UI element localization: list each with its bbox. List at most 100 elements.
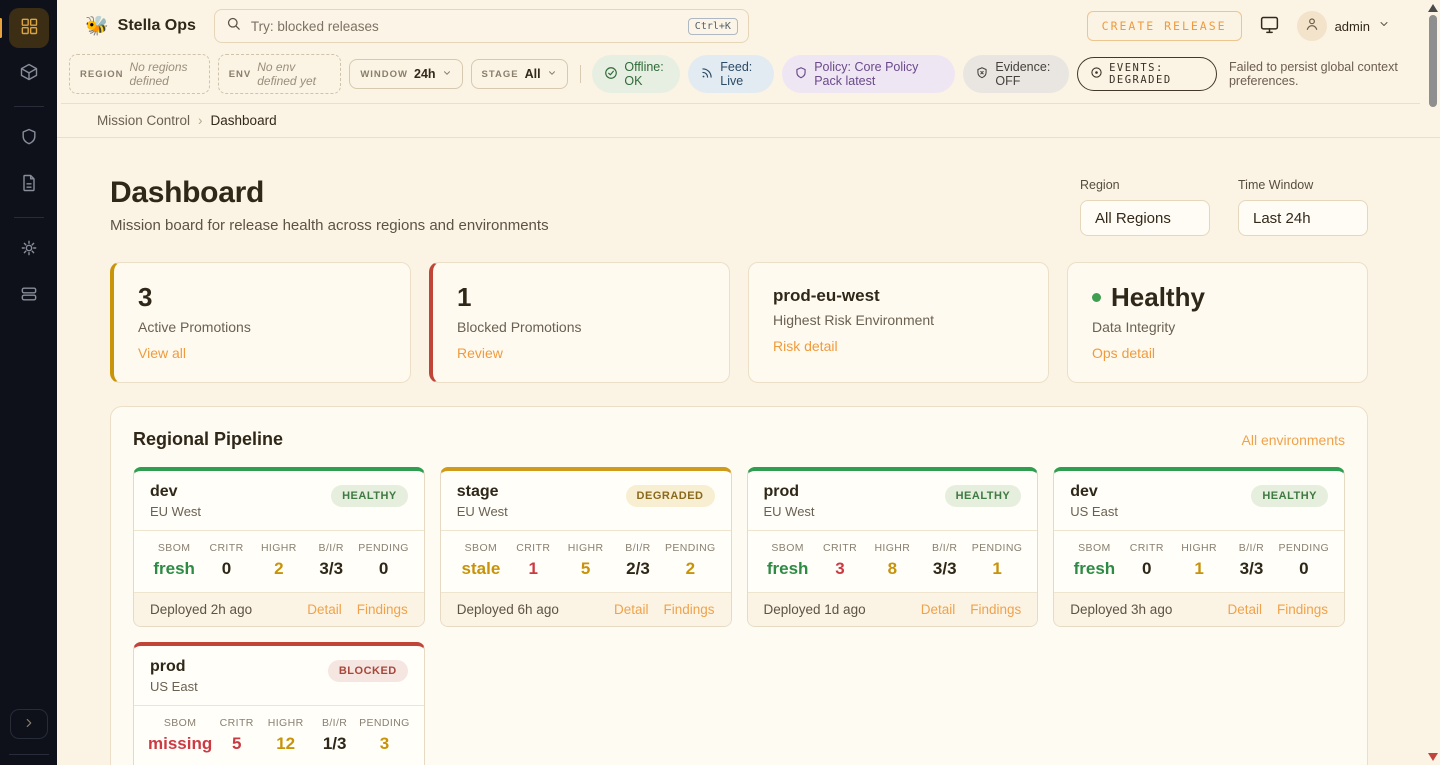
stat-label: Blocked Promotions — [457, 319, 705, 335]
scrollbar-thumb[interactable] — [1429, 15, 1437, 107]
stat-card-link[interactable]: Ops detail — [1092, 345, 1155, 361]
env-block: stage EU West — [457, 483, 508, 519]
time-window-select-value: Last 24h — [1253, 210, 1311, 227]
create-release-button[interactable]: CREATE RELEASE — [1087, 11, 1242, 41]
env-block: prod US East — [150, 658, 198, 694]
deployed-text: Deployed 6h ago — [457, 602, 559, 617]
scroll-down-arrow[interactable] — [1428, 753, 1438, 761]
page-header: Dashboard Mission board for release heal… — [110, 176, 1368, 236]
sidebar-item-settings[interactable] — [9, 230, 49, 270]
stage-filter-pill[interactable]: STAGE All — [471, 59, 568, 89]
metric-value: 12 — [261, 734, 310, 754]
stat-card-link[interactable]: View all — [138, 345, 186, 361]
region-select[interactable]: All Regions — [1080, 200, 1210, 236]
package-icon — [19, 62, 39, 87]
time-window-select[interactable]: Last 24h — [1238, 200, 1368, 236]
sidebar-divider — [9, 754, 49, 755]
metric: CRITR3 — [814, 542, 866, 579]
metric-value: 0 — [1278, 559, 1330, 579]
metric-value: 2/3 — [612, 559, 664, 579]
metric-label: HIGHR — [261, 717, 310, 729]
metric-value: 2 — [253, 559, 305, 579]
vertical-scrollbar[interactable] — [1426, 0, 1440, 765]
feed-status-badge: Feed: Live — [688, 55, 774, 93]
context-warning-text: Failed to persist global context prefere… — [1229, 60, 1420, 88]
healthy-dot-icon — [1092, 293, 1101, 302]
pipeline-card-footer: Deployed 3h ago Detail Findings — [1054, 592, 1344, 626]
metric-label: SBOM — [148, 542, 200, 554]
findings-link[interactable]: Findings — [357, 602, 408, 617]
metric-label: SBOM — [455, 542, 507, 554]
metric-value: 1/3 — [310, 734, 359, 754]
stat-card-link[interactable]: Review — [457, 345, 503, 361]
detail-link[interactable]: Detail — [307, 602, 342, 617]
metric-value: 3/3 — [919, 559, 971, 579]
all-environments-link[interactable]: All environments — [1242, 432, 1346, 448]
metric: HIGHR 12 — [261, 717, 310, 754]
findings-link[interactable]: Findings — [1277, 602, 1328, 617]
region-select-label: Region — [1080, 178, 1210, 192]
env-filter-pill[interactable]: ENV No env defined yet — [218, 54, 342, 94]
sidebar-item-infrastructure[interactable] — [9, 276, 49, 316]
metric-value: fresh — [148, 559, 200, 579]
metric: CRITR0 — [200, 542, 252, 579]
metric: CRITR0 — [1121, 542, 1173, 579]
detail-link[interactable]: Detail — [1227, 602, 1262, 617]
breadcrumb-mission-control[interactable]: Mission Control — [97, 113, 190, 128]
env-block: prod EU West — [764, 483, 815, 519]
events-status-badge[interactable]: EVENTS: DEGRADED — [1077, 57, 1217, 91]
sidebar-item-releases[interactable] — [9, 54, 49, 94]
pipeline-card-header: stage EU West DEGRADED — [441, 471, 731, 530]
env-block: dev EU West — [150, 483, 201, 519]
metrics-row: SBOMfreshCRITR0HIGHR2B/I/R3/3PENDING0 — [134, 530, 424, 592]
avatar — [1297, 11, 1327, 41]
active-indicator — [0, 18, 2, 38]
stat-label: Active Promotions — [138, 319, 386, 335]
sidebar-item-security[interactable] — [9, 119, 49, 159]
detail-link[interactable]: Detail — [614, 602, 649, 617]
grid-icon — [19, 16, 39, 41]
stat-card: 1 Blocked Promotions Review — [429, 262, 730, 383]
breadcrumb-separator: › — [198, 113, 203, 128]
region-filter-pill[interactable]: REGION No regions defined — [69, 54, 210, 94]
pipeline-card: prod EU West HEALTHY SBOMfreshCRITR3HIGH… — [747, 467, 1039, 627]
sidebar-item-dashboard[interactable] — [9, 8, 49, 48]
metric-label: CRITR — [212, 717, 261, 729]
theme-toggle-button[interactable] — [1259, 14, 1280, 38]
page-subtitle: Mission board for release health across … — [110, 217, 549, 234]
chevron-down-icon — [547, 65, 557, 83]
pipeline-cards: dev EU West HEALTHY SBOMfreshCRITR0HIGHR… — [133, 467, 1345, 765]
metric-label: SBOM — [1068, 542, 1120, 554]
circle-dot-icon — [1090, 66, 1103, 82]
user-menu[interactable]: admin — [1297, 11, 1390, 41]
detail-link[interactable]: Detail — [921, 602, 956, 617]
region-select-group: Region All Regions — [1080, 178, 1210, 236]
card-links: Detail Findings — [614, 602, 715, 617]
metric: B/I/R3/3 — [1225, 542, 1277, 579]
stat-value: prod-eu-west — [773, 286, 1024, 306]
metric: HIGHR1 — [1173, 542, 1225, 579]
metric-label: HIGHR — [253, 542, 305, 554]
sidebar-divider — [14, 217, 44, 218]
server-icon — [19, 284, 39, 309]
sidebar-item-documents[interactable] — [9, 165, 49, 205]
status-badge: HEALTHY — [945, 485, 1022, 507]
regional-pipeline-panel: Regional Pipeline All environments dev E… — [110, 406, 1368, 765]
search-box[interactable]: Ctrl+K — [214, 9, 749, 43]
events-status-text: EVENTS: DEGRADED — [1109, 62, 1204, 86]
sidebar-expand-button[interactable] — [10, 709, 48, 739]
metric: SBOM fresh — [148, 542, 200, 579]
window-filter-pill[interactable]: WINDOW 24h — [349, 59, 462, 89]
scroll-up-arrow[interactable] — [1428, 4, 1438, 12]
environment-name: prod — [150, 658, 198, 676]
metric-label: B/I/R — [305, 542, 357, 554]
stat-value: 1 — [457, 282, 705, 313]
stat-card-link[interactable]: Risk detail — [773, 338, 838, 354]
metric-value: 5 — [559, 559, 611, 579]
breadcrumb-current: Dashboard — [211, 113, 277, 128]
metric: SBOMfresh — [762, 542, 814, 579]
findings-link[interactable]: Findings — [663, 602, 714, 617]
search-input[interactable] — [251, 19, 679, 34]
metric-value: 1 — [971, 559, 1023, 579]
findings-link[interactable]: Findings — [970, 602, 1021, 617]
